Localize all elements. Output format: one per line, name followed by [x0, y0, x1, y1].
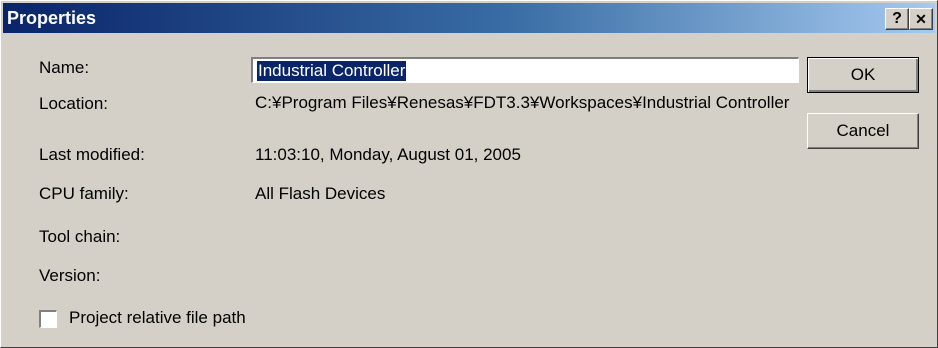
properties-dialog: Properties ? ✕ Name: Industrial Controll…: [0, 0, 938, 348]
tool-chain-label: Tool chain:: [39, 227, 121, 246]
window-title: Properties: [7, 8, 97, 28]
version-label: Version:: [39, 266, 101, 285]
title-bar[interactable]: Properties ? ✕: [3, 3, 935, 33]
location-value: C:¥Program Files¥Renesas¥FDT3.3¥Workspac…: [255, 93, 790, 112]
close-button[interactable]: ✕: [909, 8, 933, 30]
cancel-button[interactable]: Cancel: [807, 113, 919, 149]
cpu-family-label: CPU family:: [39, 184, 129, 203]
last-modified-label: Last modified:: [39, 145, 145, 164]
ok-button[interactable]: OK: [807, 57, 919, 93]
project-relative-path-label[interactable]: Project relative file path: [69, 308, 246, 328]
cpu-family-value: All Flash Devices: [255, 184, 386, 203]
name-label: Name:: [39, 58, 90, 77]
last-modified-value: 11:03:10, Monday, August 01, 2005: [255, 145, 521, 164]
project-relative-path-checkbox[interactable]: [39, 310, 57, 328]
name-input[interactable]: Industrial Controller: [251, 57, 799, 83]
help-button[interactable]: ?: [885, 8, 909, 30]
location-label: Location:: [39, 94, 108, 113]
name-input-value: Industrial Controller: [257, 61, 407, 81]
